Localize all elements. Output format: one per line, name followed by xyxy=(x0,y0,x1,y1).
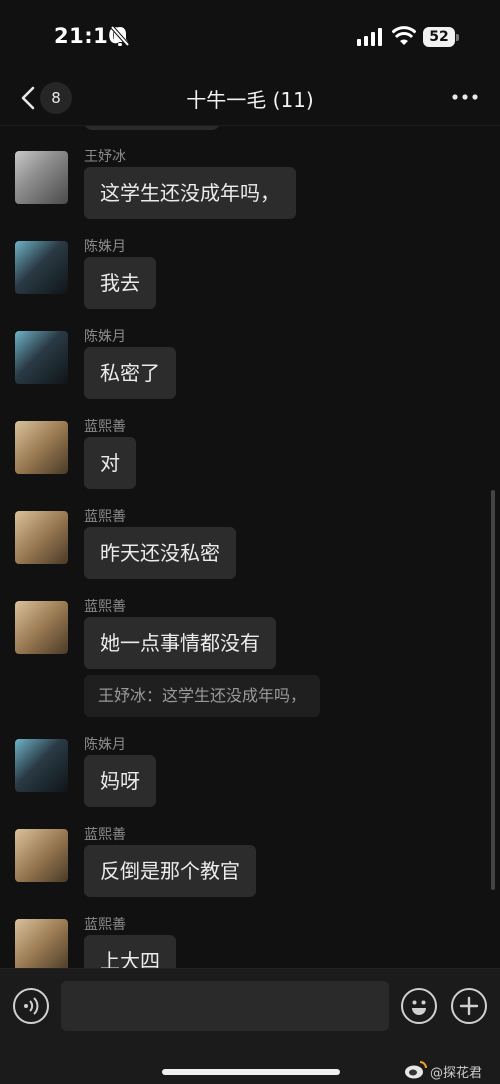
status-bar: 21:10 52 xyxy=(0,0,500,72)
message-bubble[interactable]: 上大四 xyxy=(84,935,176,968)
sender-name: 陈姝月 xyxy=(84,329,126,345)
message-bubble[interactable]: 这学生还没成年吗， xyxy=(84,167,296,219)
message-bubble[interactable]: 对 xyxy=(84,437,136,489)
avatar[interactable] xyxy=(15,601,68,654)
page-title: 十牛一毛 (11) xyxy=(186,88,314,112)
sender-name: 蓝熙善 xyxy=(84,917,126,933)
watermark-text: @探花君 xyxy=(430,1066,483,1081)
more-functions-button[interactable] xyxy=(451,988,487,1024)
avatar[interactable] xyxy=(15,331,68,384)
avatar[interactable] xyxy=(15,151,68,204)
voice-icon xyxy=(24,997,39,1015)
voice-input-button[interactable] xyxy=(13,988,49,1024)
avatar[interactable] xyxy=(15,919,68,968)
sender-name: 陈姝月 xyxy=(84,737,126,753)
sender-name: 陈姝月 xyxy=(84,239,126,255)
message-bubble[interactable]: 她一点事情都没有 xyxy=(84,617,276,669)
sender-name: 蓝熙善 xyxy=(84,599,126,615)
plus-icon xyxy=(459,996,479,1016)
sender-name: 蓝熙善 xyxy=(84,827,126,843)
message-bubble[interactable]: 昨天还没私密 xyxy=(84,527,236,579)
battery-level: 52 xyxy=(429,29,449,45)
message-bubble[interactable]: 妈呀 xyxy=(84,755,156,807)
sender-name: 蓝熙善 xyxy=(84,509,126,525)
more-options-icon[interactable] xyxy=(448,84,482,110)
avatar[interactable] xyxy=(15,421,68,474)
sender-name: 蓝熙善 xyxy=(84,419,126,435)
chat-header: 8 十牛一毛 (11) xyxy=(0,72,500,126)
emoji-icon xyxy=(412,1000,426,1015)
sender-name: 王妤冰 xyxy=(84,149,126,165)
avatar[interactable] xyxy=(15,829,68,882)
battery-icon: 52 xyxy=(423,27,459,47)
watermark: @探花君 xyxy=(404,1057,500,1084)
input-bar: @探花君 xyxy=(0,968,500,1084)
avatar[interactable] xyxy=(15,511,68,564)
message-bubble[interactable]: 我去 xyxy=(84,257,156,309)
avatar[interactable] xyxy=(15,241,68,294)
home-indicator[interactable] xyxy=(162,1069,340,1075)
wifi-icon xyxy=(392,26,416,45)
avatar[interactable] xyxy=(15,739,68,792)
cellular-signal-icon xyxy=(357,28,382,46)
weibo-logo-icon xyxy=(405,1061,427,1079)
message-input[interactable] xyxy=(61,981,389,1031)
message-bubble[interactable]: 反倒是那个教官 xyxy=(84,845,256,897)
scrollbar[interactable] xyxy=(491,490,495,890)
emoji-button[interactable] xyxy=(401,988,437,1024)
bell-muted-icon xyxy=(110,25,130,47)
message-bubble[interactable]: 私密了 xyxy=(84,347,176,399)
quoted-reply[interactable]: 王妤冰：这学生还没成年吗， xyxy=(84,675,321,717)
message-bubble-partial xyxy=(84,126,220,130)
message-list[interactable]: 王妤冰 这学生还没成年吗， 陈姝月 我去 陈姝月 私密了 蓝熙善 对 蓝熙善 昨… xyxy=(0,126,500,968)
